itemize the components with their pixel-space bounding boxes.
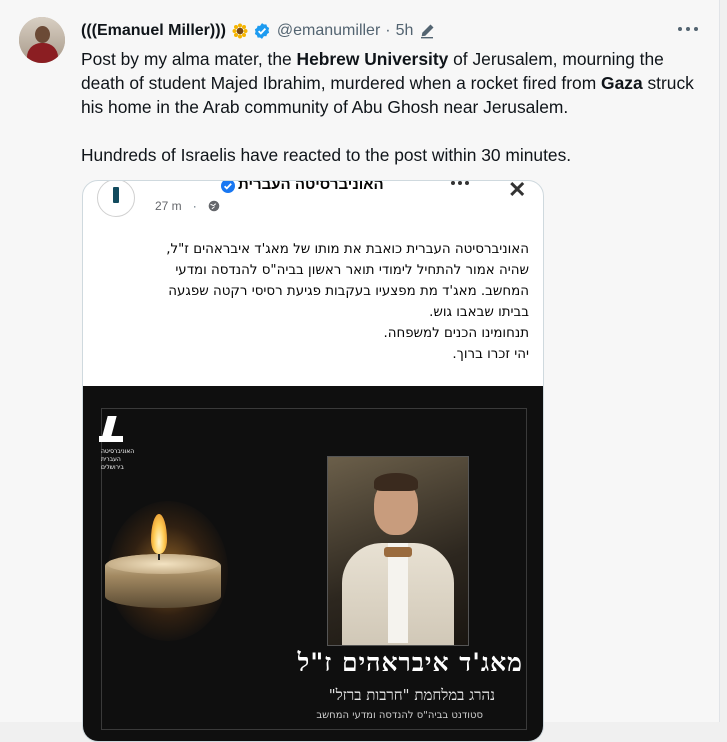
post-line: יהי זכרו ברוך. [452,347,529,362]
text-run: Post by my alma mater, the [81,49,297,69]
avatar[interactable] [19,17,65,63]
tweet-header: (((Emanuel Miller))) @emanumiller · 5h [81,20,435,42]
tweet-paragraph-2: Hundreds of Israelis have reacted to the… [81,145,572,165]
photo-shirt [388,543,408,643]
edit-icon[interactable] [419,23,435,39]
avatar-head [35,26,50,43]
post-time: 27 m [155,199,182,213]
handle[interactable]: @emanumiller [277,22,380,40]
photo-hair [374,473,418,491]
post-more-icon [451,181,469,187]
more-dot [686,27,690,31]
logo-mark [113,187,119,203]
university-logo: האוניברסיטה העברית בירושלים [97,408,137,476]
poster-subtitle: נהרג במלחמת "חרבות ברזל" [328,686,495,704]
huji-page-logo [97,181,135,217]
text-bold-gaza: Gaza [601,73,643,93]
sunflower-emoji-icon [232,23,248,39]
dot [465,181,469,185]
dot [451,181,455,185]
post-text: האוניברסיטה העברית כואבת את מותו של מאג'… [109,239,529,365]
separator-dot: · [385,22,391,39]
more-dot [678,27,682,31]
logo-shape [99,436,123,442]
tweet-paragraph-1: Post by my alma mater, the Hebrew Univer… [81,47,711,119]
post-line: שהיה אמור להתחיל לימודי תואר ראשון בביה"… [175,263,529,278]
close-icon: ✕ [508,180,527,202]
more-dot [694,27,698,31]
logo-shape [102,416,117,436]
verified-badge-icon[interactable] [253,22,271,40]
memorial-photo [327,456,469,646]
post-line: המחשב. מאג'ד מת מפצעיו בעקבות פגיעת רסיס… [168,284,529,299]
globe-icon [208,200,219,212]
post-line: תנחומינו הכנים למשפחה. [383,326,529,341]
meta-dot: · [192,199,197,213]
text-bold-hebrew-university: Hebrew University [296,49,449,69]
post-meta: 27 m · [155,199,220,213]
photo-bowtie [384,547,412,557]
dot [458,181,462,185]
more-icon[interactable] [678,21,698,37]
poster-name: מאג'ד איבראהים ז"ל [297,648,523,677]
tweet-text: Post by my alma mater, the Hebrew Univer… [81,47,711,167]
display-name[interactable]: (((Emanuel Miller))) [81,22,226,40]
tweet[interactable]: (((Emanuel Miller))) @emanumiller · 5h P… [0,0,720,742]
timestamp[interactable]: 5h [396,22,414,40]
poster-subtitle-2: סטודנט בביה"ס להנדסה ומדעי המחשב [316,710,483,721]
embedded-screenshot[interactable]: האוניברסיטה העברית 27 m · ✕ האוניברסיטה … [82,180,544,742]
avatar-body [27,43,58,63]
logo-text: האוניברסיטה העברית בירושלים [101,448,135,471]
candle-top [107,554,219,574]
post-line: בביתו שבאבו גוש. [429,305,529,320]
page-verified-icon [220,181,236,194]
page-name: האוניברסיטה העברית [238,180,384,193]
post-line: האוניברסיטה העברית כואבת את מותו של מאג'… [166,242,529,257]
memorial-poster: האוניברסיטה העברית בירושלים מאג'ד איבראה… [83,386,543,741]
